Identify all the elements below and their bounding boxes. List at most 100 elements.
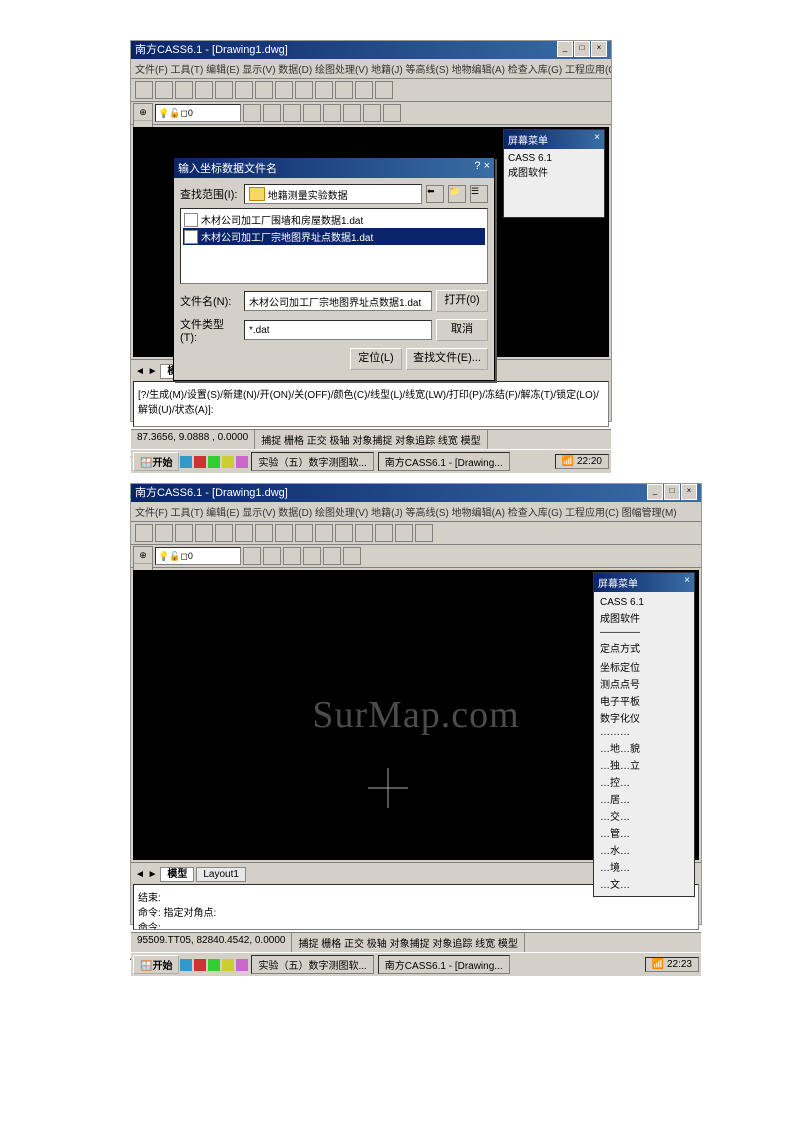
taskbar-item[interactable]: 实验（五）数字测图软... bbox=[251, 955, 373, 974]
newfolder-icon[interactable]: 📁 bbox=[448, 185, 466, 203]
minimize-button[interactable]: _ bbox=[557, 41, 573, 57]
command-area[interactable]: [?/生成(M)/设置(S)/新建(N)/开(ON)/关(OFF)/颜色(C)/… bbox=[133, 381, 609, 427]
tool-button[interactable] bbox=[303, 104, 321, 122]
close-button[interactable]: × bbox=[591, 41, 607, 57]
layer-dropdown[interactable]: 💡🔓◻ 0 bbox=[155, 547, 241, 565]
tray-icon[interactable] bbox=[222, 959, 234, 971]
tool-button[interactable] bbox=[375, 81, 393, 99]
tool-button[interactable] bbox=[243, 104, 261, 122]
tool-button[interactable] bbox=[275, 81, 293, 99]
start-button[interactable]: 🪟开始 bbox=[133, 452, 179, 471]
panel-item[interactable]: …文… bbox=[598, 875, 690, 892]
menu-bar[interactable]: 文件(F) 工具(T) 编辑(E) 显示(V) 数据(D) 绘图处理(V) 地籍… bbox=[131, 502, 701, 522]
tool-button[interactable] bbox=[355, 524, 373, 542]
tool-button[interactable] bbox=[155, 524, 173, 542]
status-modes[interactable]: 捕捉 栅格 正交 极轴 对象捕捉 对象追踪 线宽 模型 bbox=[292, 933, 524, 952]
dialog-help-close[interactable]: ? × bbox=[474, 160, 490, 176]
panel-close-icon[interactable]: × bbox=[594, 132, 600, 147]
tool-button[interactable] bbox=[235, 524, 253, 542]
tool-button[interactable] bbox=[343, 547, 361, 565]
tool-button[interactable] bbox=[243, 547, 261, 565]
tool[interactable]: ⊕ bbox=[134, 547, 152, 564]
tool-button[interactable] bbox=[263, 547, 281, 565]
panel-item[interactable]: …管… bbox=[598, 824, 690, 841]
tool-button[interactable] bbox=[343, 104, 361, 122]
panel-item[interactable]: …境… bbox=[598, 858, 690, 875]
file-item[interactable]: 木材公司加工厂围墙和房屋数据1.dat bbox=[183, 211, 485, 228]
tool-button[interactable] bbox=[215, 524, 233, 542]
lookin-dropdown[interactable]: 地籍测量实验数据 bbox=[244, 184, 422, 204]
panel-item[interactable]: 坐标定位 bbox=[598, 658, 690, 675]
panel-item[interactable]: …居… bbox=[598, 790, 690, 807]
taskbar-item[interactable]: 南方CASS6.1 - [Drawing... bbox=[378, 452, 510, 471]
tool-button[interactable] bbox=[375, 524, 393, 542]
tool-button[interactable] bbox=[275, 524, 293, 542]
tool-button[interactable] bbox=[383, 104, 401, 122]
tool-button[interactable] bbox=[335, 524, 353, 542]
tray-icon[interactable] bbox=[208, 456, 220, 468]
tool-button[interactable] bbox=[155, 81, 173, 99]
panel-item[interactable]: …独…立 bbox=[598, 756, 690, 773]
tool-button[interactable] bbox=[395, 524, 413, 542]
view-icon[interactable]: ☰ bbox=[470, 185, 488, 203]
tool-button[interactable] bbox=[283, 547, 301, 565]
minimize-button[interactable]: _ bbox=[647, 484, 663, 500]
tool-button[interactable] bbox=[355, 81, 373, 99]
tool-button[interactable] bbox=[215, 81, 233, 99]
tab-layout1[interactable]: Layout1 bbox=[196, 867, 246, 882]
open-button[interactable]: 打开(0) bbox=[436, 290, 488, 312]
locate-button[interactable]: 定位(L) bbox=[350, 348, 402, 370]
tool-button[interactable] bbox=[295, 81, 313, 99]
panel-item[interactable]: 定点方式 bbox=[598, 639, 690, 656]
tray-icon[interactable] bbox=[180, 959, 192, 971]
file-list[interactable]: 木材公司加工厂围墙和房屋数据1.dat 木材公司加工厂宗地图界址点数据1.dat bbox=[180, 208, 488, 284]
tool-button[interactable] bbox=[195, 524, 213, 542]
tray-icon[interactable] bbox=[208, 959, 220, 971]
taskbar-item[interactable]: 实验（五）数字测图软... bbox=[251, 452, 373, 471]
maximize-button[interactable]: □ bbox=[574, 41, 590, 57]
panel-close-icon[interactable]: × bbox=[684, 575, 690, 590]
tool-button[interactable] bbox=[303, 547, 321, 565]
tool-button[interactable] bbox=[135, 81, 153, 99]
taskbar-item[interactable]: 南方CASS6.1 - [Drawing... bbox=[378, 955, 510, 974]
tool-button[interactable] bbox=[255, 524, 273, 542]
tool-button[interactable] bbox=[335, 81, 353, 99]
start-button[interactable]: 🪟开始 bbox=[133, 955, 179, 974]
cancel-button[interactable]: 取消 bbox=[436, 319, 488, 341]
tray-icon[interactable] bbox=[236, 456, 248, 468]
panel-item[interactable]: CASS 6.1 bbox=[598, 596, 690, 609]
file-item-selected[interactable]: 木材公司加工厂宗地图界址点数据1.dat bbox=[183, 228, 485, 245]
tool-button[interactable] bbox=[263, 104, 281, 122]
drawing-canvas[interactable]: 屏幕菜单 × CASS 6.1 成图软件 输入坐标数据文件名 ? × 查找范围(… bbox=[133, 127, 609, 357]
tool-button[interactable] bbox=[415, 524, 433, 542]
tool-button[interactable] bbox=[283, 104, 301, 122]
panel-item[interactable]: …控… bbox=[598, 773, 690, 790]
layer-dropdown[interactable]: 💡🔓◻ 0 bbox=[155, 104, 241, 122]
menu-bar[interactable]: 文件(F) 工具(T) 编辑(E) 显示(V) 数据(D) 绘图处理(V) 地籍… bbox=[131, 59, 611, 79]
tool-button[interactable] bbox=[363, 104, 381, 122]
maximize-button[interactable]: □ bbox=[664, 484, 680, 500]
tool-button[interactable] bbox=[255, 81, 273, 99]
filename-input[interactable]: 木材公司加工厂宗地图界址点数据1.dat bbox=[244, 291, 432, 311]
drawing-canvas[interactable]: SurMap.com 屏幕菜单 × CASS 6.1 成图软件 ———— 定点方… bbox=[133, 570, 699, 860]
panel-item[interactable]: 成图软件 bbox=[598, 609, 690, 626]
panel-item[interactable]: …交… bbox=[598, 807, 690, 824]
tray-icon[interactable] bbox=[194, 456, 206, 468]
tool-button[interactable] bbox=[315, 81, 333, 99]
tool-button[interactable] bbox=[235, 81, 253, 99]
tab-model[interactable]: 模型 bbox=[160, 867, 194, 882]
panel-item[interactable]: 电子平板 bbox=[598, 692, 690, 709]
tray-icon[interactable] bbox=[180, 456, 192, 468]
tray-icon[interactable] bbox=[236, 959, 248, 971]
panel-item[interactable]: 数字化仪 bbox=[598, 709, 690, 726]
up-icon[interactable]: ⬅ bbox=[426, 185, 444, 203]
tool-button[interactable] bbox=[175, 524, 193, 542]
panel-item[interactable]: …地…貌 bbox=[598, 739, 690, 756]
panel-item[interactable]: …水… bbox=[598, 841, 690, 858]
filetype-dropdown[interactable]: *.dat bbox=[244, 320, 432, 340]
tool-button[interactable] bbox=[323, 104, 341, 122]
tool-button[interactable] bbox=[195, 81, 213, 99]
tool-button[interactable] bbox=[295, 524, 313, 542]
tool-button[interactable] bbox=[323, 547, 341, 565]
close-button[interactable]: × bbox=[681, 484, 697, 500]
